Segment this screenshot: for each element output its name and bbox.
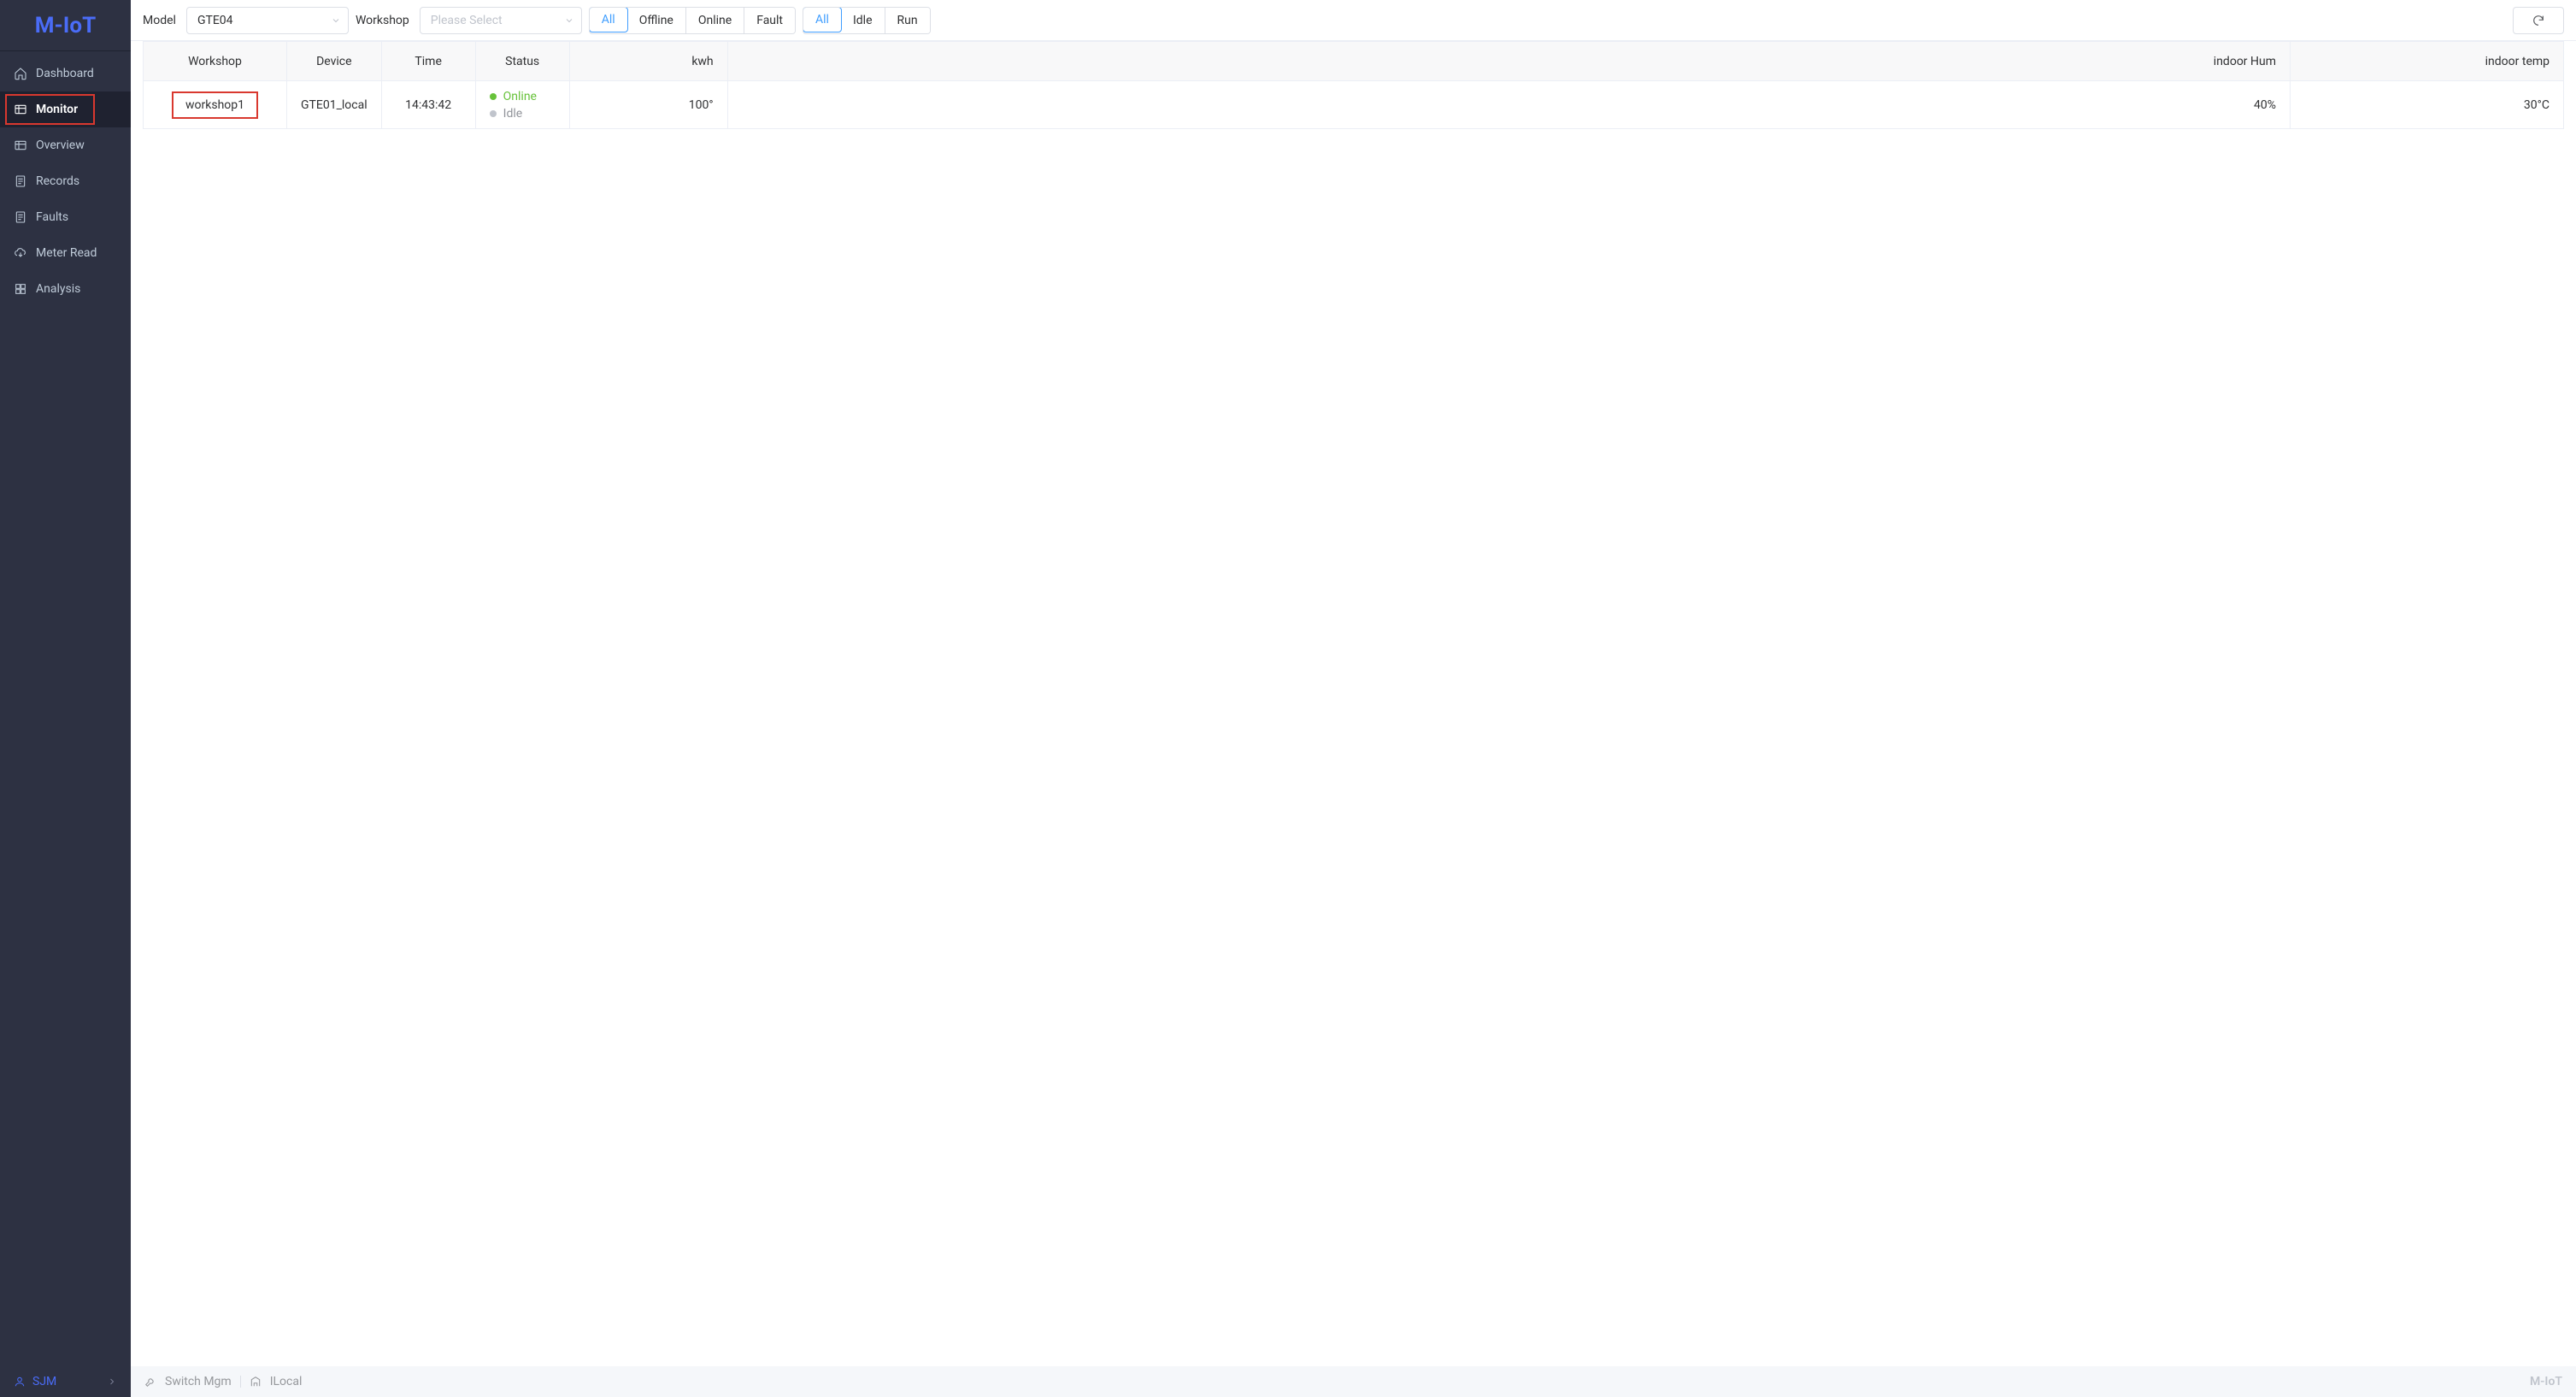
sidebar-item-meter-read[interactable]: Meter Read	[0, 235, 131, 271]
sidebar-item-faults[interactable]: Faults	[0, 199, 131, 235]
footer-status-bar: Switch Mgm ILocal M-IoT	[131, 1366, 2576, 1397]
logo-text: M-IoT	[35, 13, 96, 38]
chevron-right-icon	[107, 1376, 117, 1387]
run-filter-group: All Idle Run	[803, 7, 931, 34]
cell-workshop: workshop1	[144, 81, 287, 129]
filter-fault[interactable]: Fault	[744, 8, 795, 33]
refresh-icon	[2532, 14, 2545, 27]
filter-offline[interactable]: Offline	[627, 8, 686, 33]
toolbar: Model GTE04 Workshop Please Select All O…	[131, 0, 2576, 41]
user-name: SJM	[32, 1375, 56, 1388]
document-icon	[14, 210, 27, 224]
chevron-down-icon	[331, 15, 341, 26]
wrench-icon	[144, 1376, 156, 1388]
cell-kwh: 100°	[569, 81, 727, 129]
footer: SJM Switch Mgm ILocal M-IoT	[0, 1366, 2576, 1397]
th-kwh: kwh	[569, 42, 727, 81]
model-select[interactable]: GTE04	[186, 7, 349, 34]
sidebar-item-dashboard[interactable]: Dashboard	[0, 56, 131, 91]
sidebar-item-analysis[interactable]: Analysis	[0, 271, 131, 307]
nav: Dashboard Monitor Overview Records	[0, 51, 131, 1366]
workshop-link[interactable]: workshop1	[172, 91, 258, 119]
th-indoor-hum: indoor Hum	[727, 42, 2290, 81]
cell-indoor-temp: 30°C	[2291, 81, 2564, 129]
filter-idle[interactable]: Idle	[841, 8, 885, 33]
main: Model GTE04 Workshop Please Select All O…	[131, 0, 2576, 1366]
chevron-down-icon	[564, 15, 574, 26]
footer-user-section[interactable]: SJM	[0, 1366, 131, 1397]
sidebar-item-label: Records	[36, 174, 79, 188]
sidebar-item-monitor[interactable]: Monitor	[0, 91, 131, 127]
switch-mgm-link[interactable]: Switch Mgm	[165, 1375, 232, 1388]
cell-time: 14:43:42	[381, 81, 475, 129]
sidebar: M-IoT Dashboard Monitor Overview	[0, 0, 131, 1366]
workshop-select[interactable]: Please Select	[420, 7, 582, 34]
sidebar-item-records[interactable]: Records	[0, 163, 131, 199]
table-container: Workshop Device Time Status kwh indoor H…	[131, 41, 2576, 1366]
th-workshop: Workshop	[144, 42, 287, 81]
document-icon	[14, 174, 27, 188]
th-device: Device	[287, 42, 382, 81]
table-row[interactable]: workshop1 GTE01_local 14:43:42 Online I	[144, 81, 2564, 129]
grid-icon	[14, 282, 27, 296]
user-icon	[14, 1376, 26, 1388]
sidebar-item-overview[interactable]: Overview	[0, 127, 131, 163]
footer-brand: M-IoT	[2530, 1375, 2562, 1388]
status-dot-idle-icon	[490, 110, 497, 117]
sidebar-item-label: Meter Read	[36, 246, 97, 260]
model-value: GTE04	[197, 14, 233, 27]
filter-online[interactable]: Online	[686, 8, 744, 33]
workshop-placeholder: Please Select	[431, 14, 503, 27]
sidebar-item-label: Faults	[36, 210, 68, 224]
divider	[240, 1376, 241, 1388]
table-icon	[14, 103, 27, 116]
th-time: Time	[381, 42, 475, 81]
status-dot-online-icon	[490, 93, 497, 100]
cell-indoor-hum: 40%	[727, 81, 2290, 129]
monitor-table: Workshop Device Time Status kwh indoor H…	[143, 41, 2564, 129]
logo: M-IoT	[0, 0, 131, 51]
sidebar-item-label: Dashboard	[36, 67, 94, 80]
cell-device: GTE01_local	[287, 81, 382, 129]
status-filter-group: All Offline Online Fault	[589, 7, 796, 34]
sidebar-item-label: Analysis	[36, 282, 80, 296]
building-icon	[250, 1376, 262, 1388]
filter-all-2[interactable]: All	[803, 7, 842, 32]
sidebar-item-label: Overview	[36, 139, 85, 152]
cell-status: Online Idle	[475, 81, 569, 129]
filter-run[interactable]: Run	[885, 8, 930, 33]
refresh-button[interactable]	[2513, 7, 2564, 34]
status-idle-label: Idle	[503, 107, 523, 121]
th-indoor-temp: indoor temp	[2291, 42, 2564, 81]
filter-all[interactable]: All	[589, 7, 628, 32]
location-label: ILocal	[270, 1375, 303, 1388]
sidebar-item-label: Monitor	[36, 103, 78, 116]
home-icon	[14, 67, 27, 80]
status-online-label: Online	[503, 90, 537, 103]
th-status: Status	[475, 42, 569, 81]
cloud-download-icon	[14, 246, 27, 260]
table-icon	[14, 139, 27, 152]
workshop-label: Workshop	[356, 14, 409, 27]
model-label: Model	[143, 14, 176, 27]
